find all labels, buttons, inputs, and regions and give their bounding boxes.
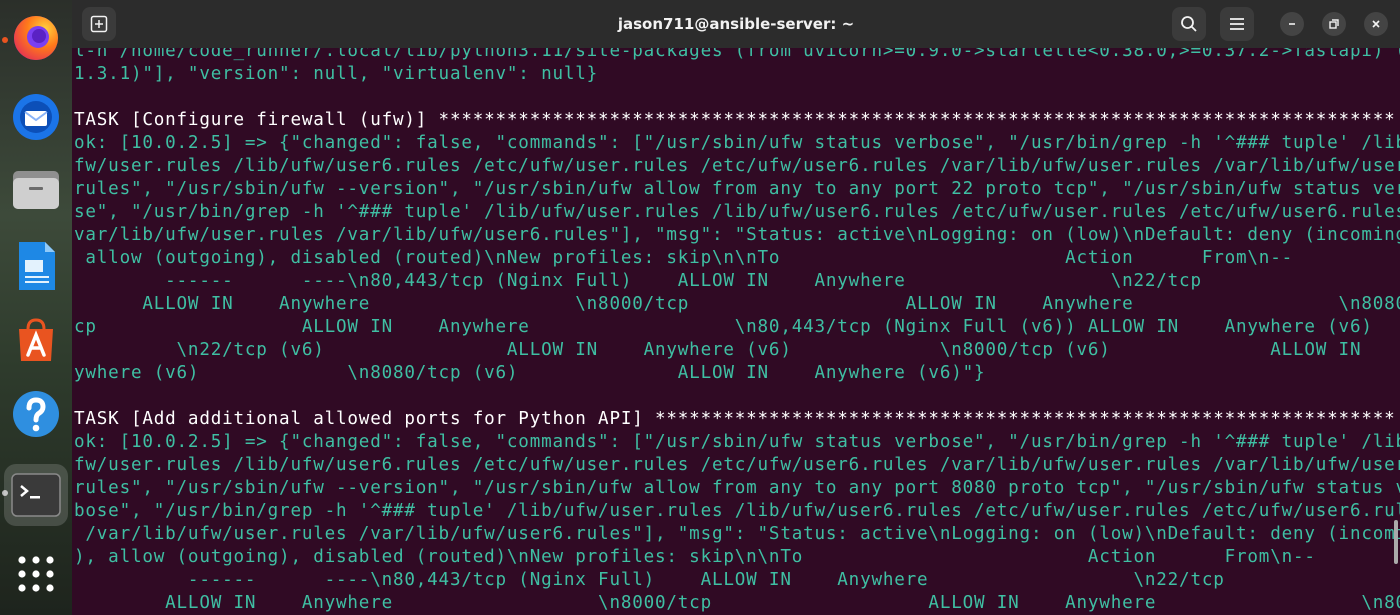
search-icon xyxy=(1181,16,1197,32)
dock-app-firefox[interactable] xyxy=(8,10,64,66)
terminal-line: /var/lib/ufw/user.rules /var/lib/ufw/use… xyxy=(74,524,1400,544)
terminal-line: ------ ----\n80,443/tcp (Nginx Full) ALL… xyxy=(74,271,1202,291)
terminal-line: \n22/tcp (v6) ALLOW IN Anywhere (v6) \n8… xyxy=(74,340,1400,360)
dock-app-files[interactable] xyxy=(8,162,64,218)
restore-button[interactable] xyxy=(1322,12,1346,36)
terminal-line: fw/user.rules /lib/ufw/user6.rules /etc/… xyxy=(74,455,1400,475)
terminal-line: ok: [10.0.2.5] => {"changed": false, "co… xyxy=(74,133,1400,153)
menu-button[interactable] xyxy=(1220,7,1254,41)
dock-app-help[interactable] xyxy=(8,386,64,442)
app-center-icon xyxy=(19,318,53,361)
dock-show-apps[interactable] xyxy=(8,546,64,602)
terminal-line: ALLOW IN Anywhere \n8000/tcp ALLOW IN An… xyxy=(74,593,1400,613)
dock-app-writer[interactable] xyxy=(8,238,64,294)
minimize-button[interactable] xyxy=(1280,12,1304,36)
task-header-line: TASK [Add additional allowed ports for P… xyxy=(74,409,1396,429)
terminal-line: ALLOW IN Anywhere \n8000/tcp ALLOW IN An… xyxy=(74,294,1400,314)
terminal-line: bose", "/usr/bin/grep -h '^### tuple' /l… xyxy=(74,501,1400,521)
task-header-line: TASK [Configure firewall (ufw)] ********… xyxy=(74,110,1396,130)
help-icon xyxy=(13,391,59,437)
writer-icon xyxy=(19,242,55,290)
dock-app-terminal[interactable] xyxy=(4,464,68,526)
terminal-line: ------ ----\n80,443/tcp (Nginx Full) ALL… xyxy=(74,570,1225,590)
firefox-icon xyxy=(14,16,58,60)
terminal-line: allow (outgoing), disabled (routed)\nNew… xyxy=(74,248,1293,268)
terminal-line: cp ALLOW IN Anywhere \n80,443/tcp (Nginx… xyxy=(74,317,1373,337)
search-button[interactable] xyxy=(1172,7,1206,41)
dock xyxy=(0,0,72,615)
close-icon xyxy=(1372,20,1380,28)
thunderbird-icon xyxy=(13,94,59,140)
app-grid-icon xyxy=(18,556,54,592)
minimize-icon xyxy=(1289,23,1295,25)
terminal-line: fw/user.rules /lib/ufw/user6.rules /etc/… xyxy=(74,156,1400,176)
terminal-line: rules", "/usr/sbin/ufw --version", "/usr… xyxy=(74,179,1400,199)
terminal-icon xyxy=(11,473,61,517)
close-button[interactable] xyxy=(1364,12,1388,36)
terminal-line: ok: [10.0.2.5] => {"changed": false, "co… xyxy=(74,432,1400,452)
terminal-output[interactable]: l-n /home/code_runner/.local/lib/python3… xyxy=(72,48,1400,615)
new-tab-icon xyxy=(90,15,108,33)
dock-app-thunderbird[interactable] xyxy=(8,88,64,144)
terminal-line: 1.3.1)"], "version": null, "virtualenv":… xyxy=(74,64,599,84)
terminal-line: var/lib/ufw/user.rules /var/lib/ufw/user… xyxy=(74,225,1400,245)
dock-app-app-center[interactable] xyxy=(8,312,64,368)
terminal-line: se", "/usr/bin/grep -h '^### tuple' /lib… xyxy=(74,202,1400,222)
window-titlebar[interactable]: jason711@ansible-server: ~ xyxy=(72,0,1400,48)
terminal-line: ), allow (outgoing), disabled (routed)\n… xyxy=(74,547,1316,567)
terminal-line: ywhere (v6) \n8080/tcp (v6) ALLOW IN Any… xyxy=(74,363,986,383)
terminal-line: l-n /home/code_runner/.local/lib/python3… xyxy=(74,48,1400,61)
files-icon xyxy=(13,171,59,209)
scrollbar-thumb[interactable] xyxy=(1394,520,1398,564)
restore-icon xyxy=(1329,19,1339,29)
terminal-line: rules", "/usr/sbin/ufw --version", "/usr… xyxy=(74,478,1400,498)
new-tab-button[interactable] xyxy=(82,7,116,41)
hamburger-menu-icon xyxy=(1230,18,1244,30)
